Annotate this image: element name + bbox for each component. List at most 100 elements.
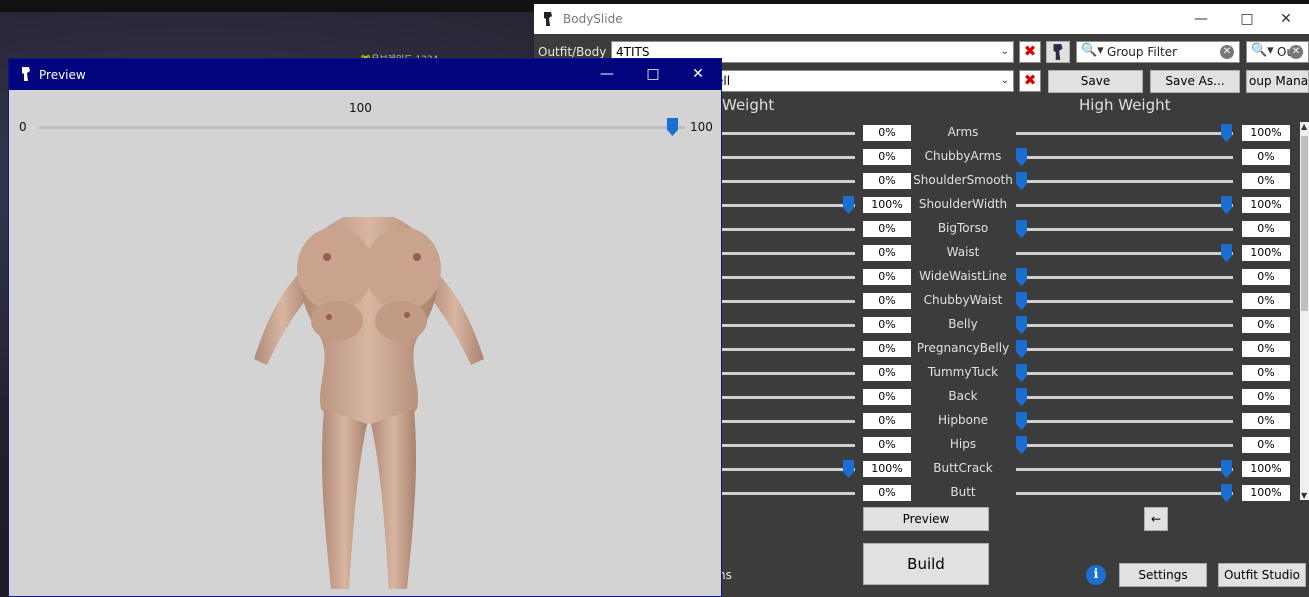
high-value-field[interactable]: 0%: [1242, 389, 1290, 405]
low-value-field[interactable]: 0%: [863, 341, 911, 357]
clear-outfit-button[interactable]: ✖: [1019, 41, 1041, 63]
low-value-field[interactable]: 0%: [863, 173, 911, 189]
high-slider-track[interactable]: [1016, 156, 1233, 159]
low-value-field[interactable]: 0%: [863, 293, 911, 309]
low-slider-track[interactable]: [711, 420, 855, 423]
high-slider-track[interactable]: [1016, 180, 1233, 183]
minimize-icon[interactable]: —: [1178, 4, 1224, 34]
high-value-field[interactable]: 100%: [1242, 245, 1290, 261]
low-value-field[interactable]: 0%: [863, 485, 911, 501]
high-slider-track[interactable]: [1016, 420, 1233, 423]
low-value-field[interactable]: 0%: [863, 221, 911, 237]
low-value-field[interactable]: 0%: [863, 437, 911, 453]
preview-weight-max: 100: [690, 120, 713, 134]
minimize-icon[interactable]: —: [584, 59, 630, 90]
high-value-field[interactable]: 100%: [1242, 461, 1290, 477]
scroll-down-icon[interactable]: ▼: [1301, 491, 1307, 500]
low-slider-track[interactable]: [711, 228, 855, 231]
preset-select[interactable]: ell ⌄: [711, 70, 1014, 92]
high-slider-track[interactable]: [1016, 444, 1233, 447]
body-model-render[interactable]: [249, 209, 489, 594]
high-slider-track[interactable]: [1016, 276, 1233, 279]
scroll-up-icon[interactable]: ▲: [1301, 122, 1307, 131]
low-slider-track[interactable]: [711, 468, 855, 471]
low-slider-track[interactable]: [711, 348, 855, 351]
high-value-field[interactable]: 0%: [1242, 437, 1290, 453]
high-value-field[interactable]: 0%: [1242, 269, 1290, 285]
high-slider-track[interactable]: [1016, 396, 1233, 399]
high-slider-track[interactable]: [1016, 132, 1233, 135]
low-slider-track[interactable]: [711, 396, 855, 399]
low-slider-track[interactable]: [711, 324, 855, 327]
high-slider-track[interactable]: [1016, 252, 1233, 255]
preview-button[interactable]: Preview: [863, 507, 989, 531]
preview-weight-min: 0: [19, 120, 27, 134]
high-value-field[interactable]: 100%: [1242, 485, 1290, 501]
high-slider-track[interactable]: [1016, 372, 1233, 375]
low-value-field[interactable]: 0%: [863, 413, 911, 429]
low-slider-track[interactable]: [711, 372, 855, 375]
high-value-field[interactable]: 0%: [1242, 221, 1290, 237]
outfit-studio-button[interactable]: Outfit Studio: [1218, 563, 1306, 587]
low-slider-track[interactable]: [711, 180, 855, 183]
arrow-left-icon[interactable]: ←: [1144, 507, 1168, 531]
high-slider-track[interactable]: [1016, 204, 1233, 207]
maximize-icon[interactable]: □: [630, 59, 676, 90]
preview-titlebar[interactable]: Preview — □ ✕: [9, 59, 721, 90]
settings-button[interactable]: Settings: [1119, 563, 1207, 587]
high-slider-track[interactable]: [1016, 228, 1233, 231]
low-slider-track[interactable]: [711, 156, 855, 159]
high-value-field[interactable]: 0%: [1242, 149, 1290, 165]
scrollbar-thumb[interactable]: [1301, 136, 1308, 311]
high-value-field[interactable]: 100%: [1242, 125, 1290, 141]
group-filter-input[interactable]: Group Filter: [1107, 45, 1177, 59]
low-slider-track[interactable]: [711, 276, 855, 279]
low-value-field[interactable]: 0%: [863, 365, 911, 381]
save-button[interactable]: Save: [1048, 70, 1143, 93]
slider-scrollbar[interactable]: ▲ ▼: [1300, 122, 1309, 500]
high-slider-track[interactable]: [1016, 348, 1233, 351]
low-value-field[interactable]: 100%: [863, 461, 911, 477]
close-icon[interactable]: ✕: [675, 59, 721, 90]
bodyslide-titlebar[interactable]: BodySlide — □ ✕: [534, 4, 1309, 34]
info-icon[interactable]: i: [1086, 565, 1106, 585]
high-value-field[interactable]: 0%: [1242, 317, 1290, 333]
low-value-field[interactable]: 0%: [863, 125, 911, 141]
preview-weight-thumb[interactable]: [667, 118, 678, 136]
preview-window-title: Preview: [39, 68, 86, 82]
group-filter-search[interactable]: 🔍▾ Group Filter ✕: [1076, 41, 1240, 63]
high-value-field[interactable]: 0%: [1242, 293, 1290, 309]
high-value-field[interactable]: 0%: [1242, 365, 1290, 381]
low-slider-track[interactable]: [711, 300, 855, 303]
close-icon[interactable]: ✕: [1263, 4, 1309, 34]
clear-search-icon[interactable]: ✕: [1289, 45, 1303, 59]
preview-weight-track[interactable]: [39, 126, 685, 129]
high-slider-track[interactable]: [1016, 468, 1233, 471]
low-slider-track[interactable]: [711, 252, 855, 255]
group-manager-button[interactable]: oup Manag: [1246, 70, 1309, 93]
high-value-field[interactable]: 0%: [1242, 173, 1290, 189]
high-slider-track[interactable]: [1016, 324, 1233, 327]
low-slider-track[interactable]: [711, 492, 855, 495]
low-value-field[interactable]: 0%: [863, 149, 911, 165]
high-slider-track[interactable]: [1016, 492, 1233, 495]
low-slider-track[interactable]: [711, 444, 855, 447]
low-value-field[interactable]: 0%: [863, 389, 911, 405]
low-value-field[interactable]: 0%: [863, 317, 911, 333]
high-value-field[interactable]: 0%: [1242, 341, 1290, 357]
clear-search-icon[interactable]: ✕: [1220, 45, 1234, 59]
high-value-field[interactable]: 100%: [1242, 197, 1290, 213]
low-value-field[interactable]: 100%: [863, 197, 911, 213]
outfit-filter-search[interactable]: 🔍▾ Ou ✕: [1246, 41, 1309, 63]
low-slider-track[interactable]: [711, 132, 855, 135]
high-value-field[interactable]: 0%: [1242, 413, 1290, 429]
clear-preset-button[interactable]: ✖: [1019, 70, 1041, 92]
low-slider-track[interactable]: [711, 204, 855, 207]
outfit-studio-icon-button[interactable]: [1046, 41, 1070, 63]
low-value-field[interactable]: 0%: [863, 269, 911, 285]
slider-label: Waist: [946, 245, 980, 259]
high-slider-track[interactable]: [1016, 300, 1233, 303]
build-button[interactable]: Build: [863, 543, 989, 585]
save-as-button[interactable]: Save As...: [1150, 70, 1240, 93]
low-value-field[interactable]: 0%: [863, 245, 911, 261]
